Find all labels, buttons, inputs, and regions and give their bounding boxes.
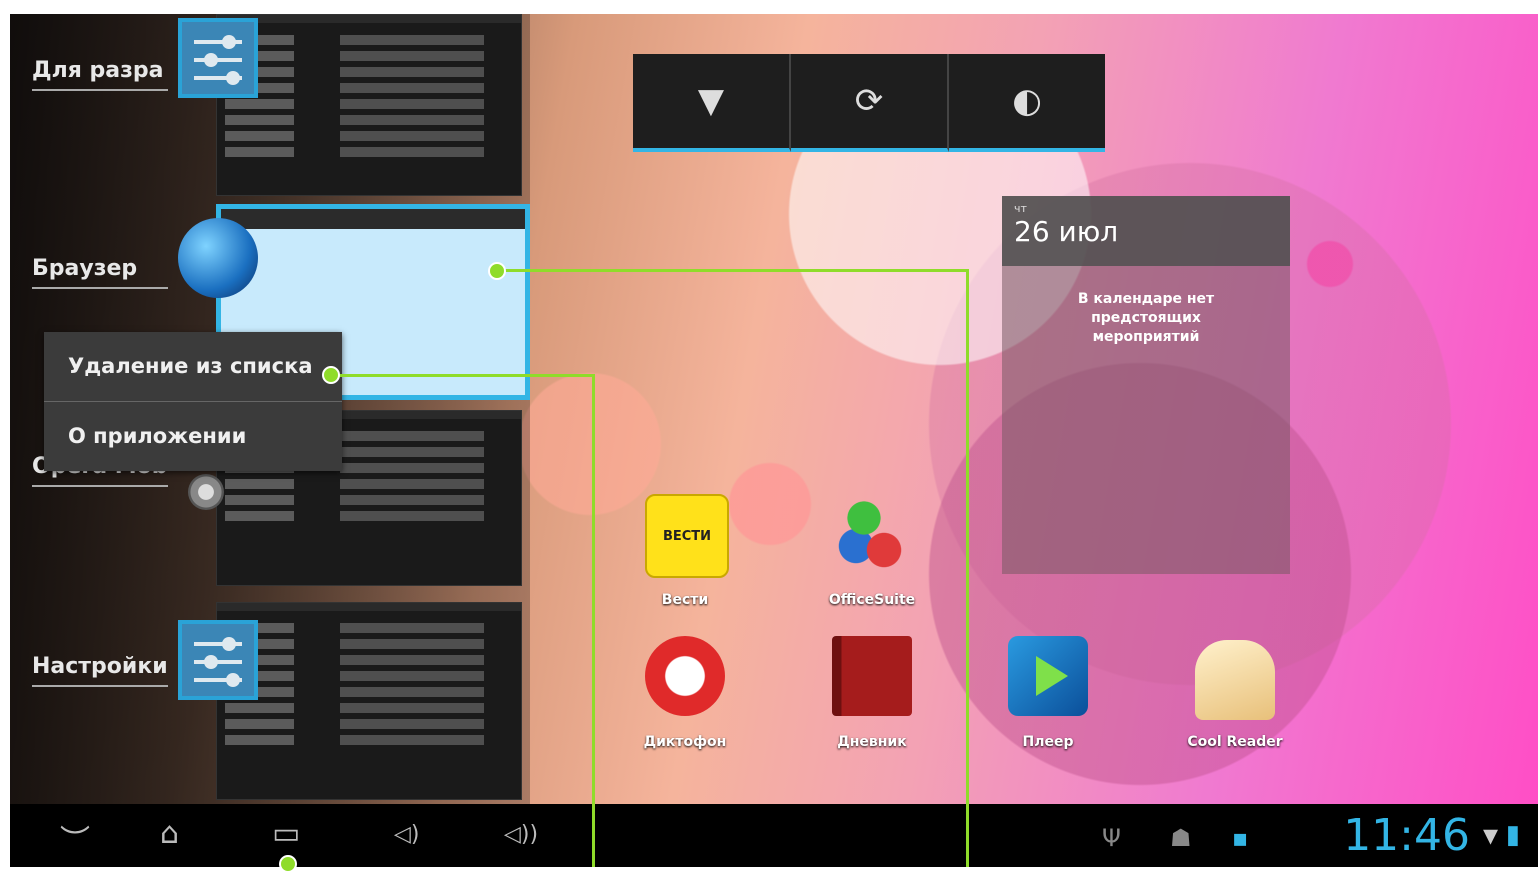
app-label-vesti: Вести [661,592,709,608]
book-icon[interactable] [1195,640,1275,720]
recent-apps-button[interactable]: ▭ [272,816,300,851]
callout-line-menu-vertical [592,374,595,867]
sync-toggle-button[interactable]: ⟳ [791,54,949,152]
recents-icon: ▭ [272,816,301,851]
menu-item-remove-from-list[interactable]: Удаление из списка [44,332,342,401]
sync-icon: ⟳ [854,81,884,121]
diary-icon[interactable] [832,636,912,716]
status-clock[interactable]: 11:46 [1343,810,1470,861]
home-button[interactable]: ⌂ [160,816,179,851]
callout-dot-recents [279,855,297,873]
menu-item-app-info[interactable]: О приложении [44,402,342,471]
back-icon: ︶ [60,824,90,859]
vesti-icon[interactable]: ВЕСТИ [645,494,729,578]
officesuite-icon[interactable] [832,494,912,574]
volume-up-icon: ◁)) [504,822,539,847]
settings-sliders-icon [178,18,258,98]
volume-up-button[interactable]: ◁)) [504,822,538,847]
callout-line-browser-vertical [966,269,969,867]
app-label-cool-reader: Cool Reader [1187,734,1283,750]
calendar-date: 26 июл [1014,215,1119,248]
recent-label-browser: Браузер [32,256,168,289]
wifi-toggle-button[interactable]: ▼ [633,54,791,152]
calendar-widget[interactable]: чт 26 июл В календаре нет предстоящих ме… [1002,196,1290,574]
recent-thumbnail-developer[interactable] [216,14,522,196]
tablet-screen: Для разра Браузер Opera Mobile Настройки… [10,14,1538,804]
microphone-icon[interactable] [645,636,725,716]
recent-thumbnail-settings[interactable] [216,602,522,800]
volume-down-icon: ◁) [394,822,420,847]
volume-down-button[interactable]: ◁) [394,822,420,847]
brightness-toggle-button[interactable]: ◐ [949,54,1105,152]
app-label-player: Плеер [1022,734,1074,750]
play-icon[interactable] [1008,636,1088,716]
recent-label-settings: Настройки [32,654,168,687]
callout-line-browser-horizontal [497,269,969,272]
app-label-diary: Дневник [837,734,907,750]
callout-dot-browser [488,262,506,280]
settings-sliders-icon [178,620,258,700]
calendar-empty-message: В календаре нет предстоящих мероприятий [1077,291,1215,345]
wifi-status-icon: ▾ [1482,818,1498,853]
brightness-icon: ◐ [1012,81,1042,121]
system-navigation-bar: ︶ ⌂ ▭ ◁) ◁)) Ψ ☗ ▪ 11:46 ▾ ▮ [10,804,1538,867]
battery-icon: ▮ [1505,820,1520,850]
callout-line-menu-horizontal [331,374,595,377]
sd-card-icon: ▪ [1232,824,1249,852]
android-debug-icon: ☗ [1170,824,1192,852]
usb-icon: Ψ [1102,824,1121,852]
recent-label-developer: Для разра [32,58,168,91]
quick-settings-widget: ▼ ⟳ ◐ [633,54,1105,152]
home-icon: ⌂ [160,816,180,851]
app-label-dictaphone: Диктофон [643,734,727,750]
context-menu: Удаление из списка О приложении [44,332,342,471]
calendar-day: чт [1014,202,1027,215]
wifi-icon: ▼ [697,81,725,121]
back-button[interactable]: ︶ [60,816,90,860]
app-label-officesuite: OfficeSuite [828,592,916,608]
calendar-header: чт 26 июл [1002,196,1290,266]
callout-dot-menu [322,366,340,384]
gear-icon [188,474,224,510]
globe-icon [178,218,258,298]
